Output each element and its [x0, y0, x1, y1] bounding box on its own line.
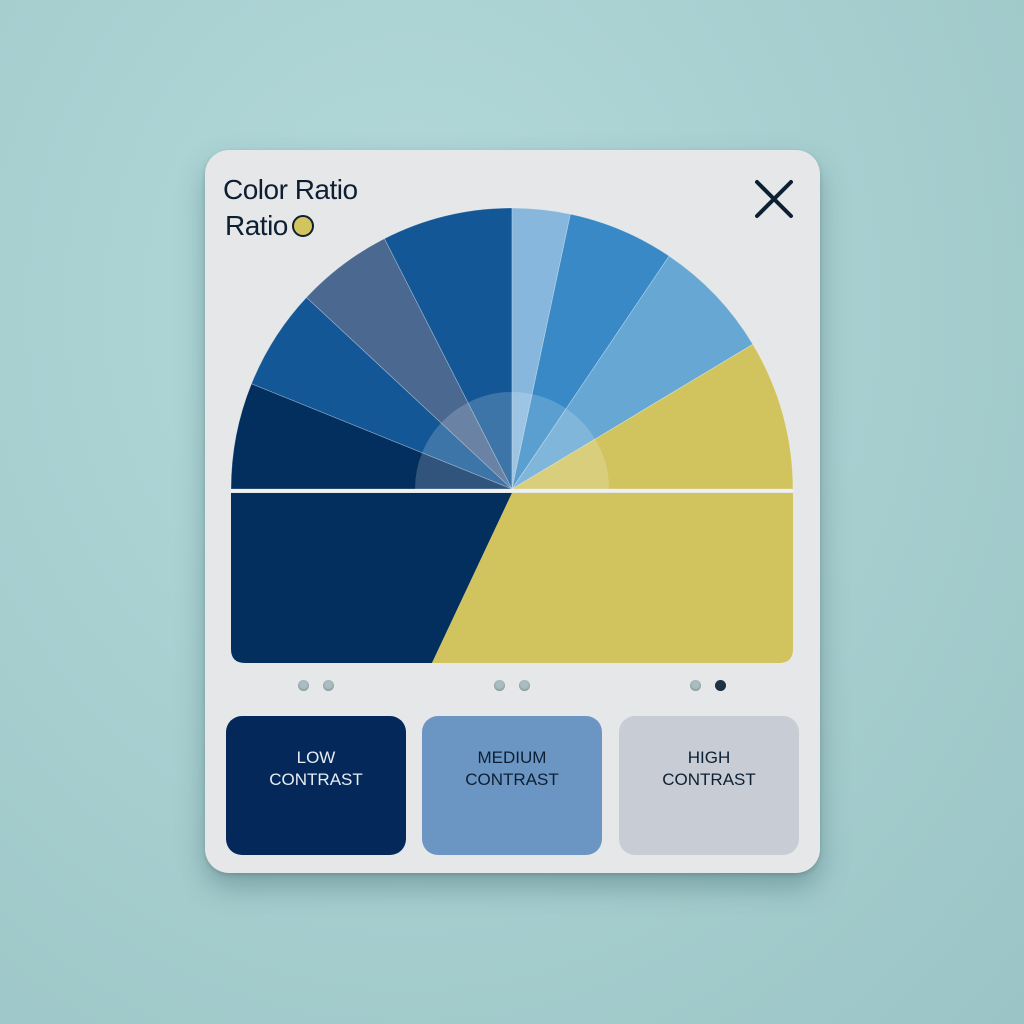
button-label: CONTRAST — [662, 770, 756, 789]
pager-dot[interactable] — [323, 680, 334, 691]
pager-1 — [298, 680, 334, 691]
button-label: MEDIUM — [477, 748, 547, 767]
pager-dot[interactable] — [690, 680, 701, 691]
high-contrast-button[interactable]: HIGH CONTRAST — [619, 716, 799, 855]
pager-3 — [690, 680, 726, 691]
semicircle-ratio-chart — [230, 207, 794, 663]
button-label: CONTRAST — [465, 770, 559, 789]
pager-dot[interactable] — [494, 680, 505, 691]
pager-dot[interactable] — [298, 680, 309, 691]
medium-contrast-button[interactable]: MEDIUM CONTRAST — [422, 716, 602, 855]
pager-dot[interactable] — [519, 680, 530, 691]
low-contrast-button[interactable]: LOW CONTRAST — [226, 716, 406, 855]
pager-dot-active[interactable] — [715, 680, 726, 691]
button-label: CONTRAST — [269, 770, 363, 789]
button-label: LOW — [296, 748, 336, 767]
button-label: HIGH — [687, 748, 731, 767]
color-ratio-card: Color Ratio Ratio LOW CONTRAST MEDIUM CONT… — [205, 150, 820, 873]
pager-2 — [494, 680, 530, 691]
